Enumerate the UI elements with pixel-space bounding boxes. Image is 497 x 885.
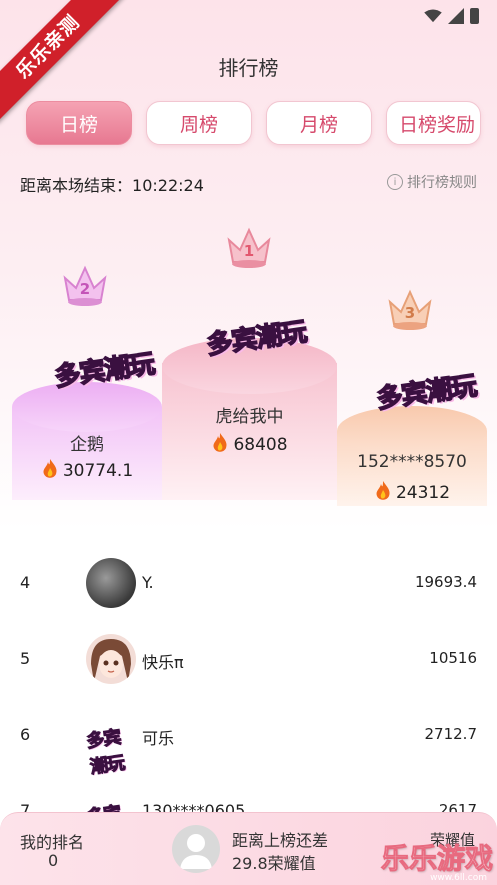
podium-name: 虎给我中	[215, 407, 284, 427]
list-item[interactable]: 5 快乐π 10516	[0, 621, 497, 697]
countdown-label: 距离本场结束：	[20, 176, 133, 195]
corner-ribbon: 乐乐亲测	[0, 0, 140, 140]
list-item[interactable]: 4 Y. 19693.4	[0, 545, 497, 621]
crown-number: 3	[404, 304, 416, 322]
podium-score: 30774.1	[12, 458, 162, 481]
my-rank-label: 我的排名	[20, 833, 85, 852]
podium-score: 68408	[162, 432, 337, 455]
tab-daily-rewards[interactable]: 日榜奖励	[386, 101, 481, 145]
podium-score: 24312	[337, 480, 487, 503]
avatar	[86, 558, 136, 608]
crown-number: 2	[79, 280, 91, 298]
countdown: 距离本场结束：10:22:24	[20, 172, 204, 196]
battery-icon	[470, 8, 479, 24]
list-rank: 6	[20, 725, 31, 744]
watermark-url: www.6ll.com	[430, 873, 487, 883]
list-name: Y.	[142, 573, 154, 592]
crown-rank-1: 1	[226, 226, 272, 270]
gap-value: 29.8荣耀值	[232, 854, 316, 873]
flame-icon	[213, 433, 227, 452]
status-icons	[424, 8, 479, 24]
podium-score-value: 30774.1	[62, 461, 134, 481]
list-score: 2712.7	[424, 725, 478, 743]
countdown-time: 10:22:24	[132, 176, 204, 195]
anime-face-icon	[91, 639, 131, 682]
watermark-logo: 乐乐游戏	[380, 842, 493, 876]
crown-number: 1	[243, 242, 255, 260]
gap-label: 距离上榜还差	[232, 831, 329, 850]
podium-name: 152****8570	[357, 452, 467, 472]
flame-icon	[376, 481, 390, 500]
wifi-icon	[424, 9, 442, 23]
list-rank: 5	[20, 649, 31, 668]
list-rank: 4	[20, 573, 31, 592]
podium-score-value: 68408	[233, 435, 288, 455]
list-name: 快乐π	[142, 653, 184, 672]
tab-weekly[interactable]: 周榜	[146, 101, 252, 145]
list-item[interactable]: 6 多宾潮玩 可乐 2712.7	[0, 697, 497, 779]
my-rank-value: 0	[48, 851, 59, 870]
default-user-icon	[180, 834, 212, 869]
podium-score-value: 24312	[395, 483, 451, 503]
flame-icon	[43, 459, 57, 478]
signal-icon	[448, 8, 464, 24]
crown-rank-2: 2	[62, 264, 108, 308]
podium-rank-3[interactable]: 152****8570 24312	[337, 406, 487, 506]
list-score: 19693.4	[414, 573, 477, 591]
avatar	[86, 634, 136, 684]
rules-link-label: 排行榜规则	[407, 175, 477, 191]
corner-badge-text: 乐乐亲测	[0, 0, 124, 123]
my-avatar	[172, 825, 220, 873]
podium-rank-2[interactable]: 企鹅 30774.1	[12, 382, 162, 500]
crown-rank-3: 3	[387, 288, 433, 332]
avatar-logo: 多宾潮玩	[85, 726, 126, 779]
info-icon: i	[387, 174, 403, 190]
my-rank-bar: 我的排名 0 距离上榜还差 29.8荣耀值 荣耀值 乐乐游戏 www.6ll.c…	[0, 812, 497, 885]
list-name: 可乐	[142, 729, 175, 748]
rules-link[interactable]: i 排行榜规则	[387, 172, 477, 192]
avatar: 多宾潮玩	[85, 710, 136, 778]
list-score: 10516	[429, 649, 477, 667]
tab-monthly[interactable]: 月榜	[266, 101, 372, 145]
podium-name: 企鹅	[70, 435, 104, 455]
podium-rank-1[interactable]: 虎给我中 68408	[162, 338, 337, 500]
